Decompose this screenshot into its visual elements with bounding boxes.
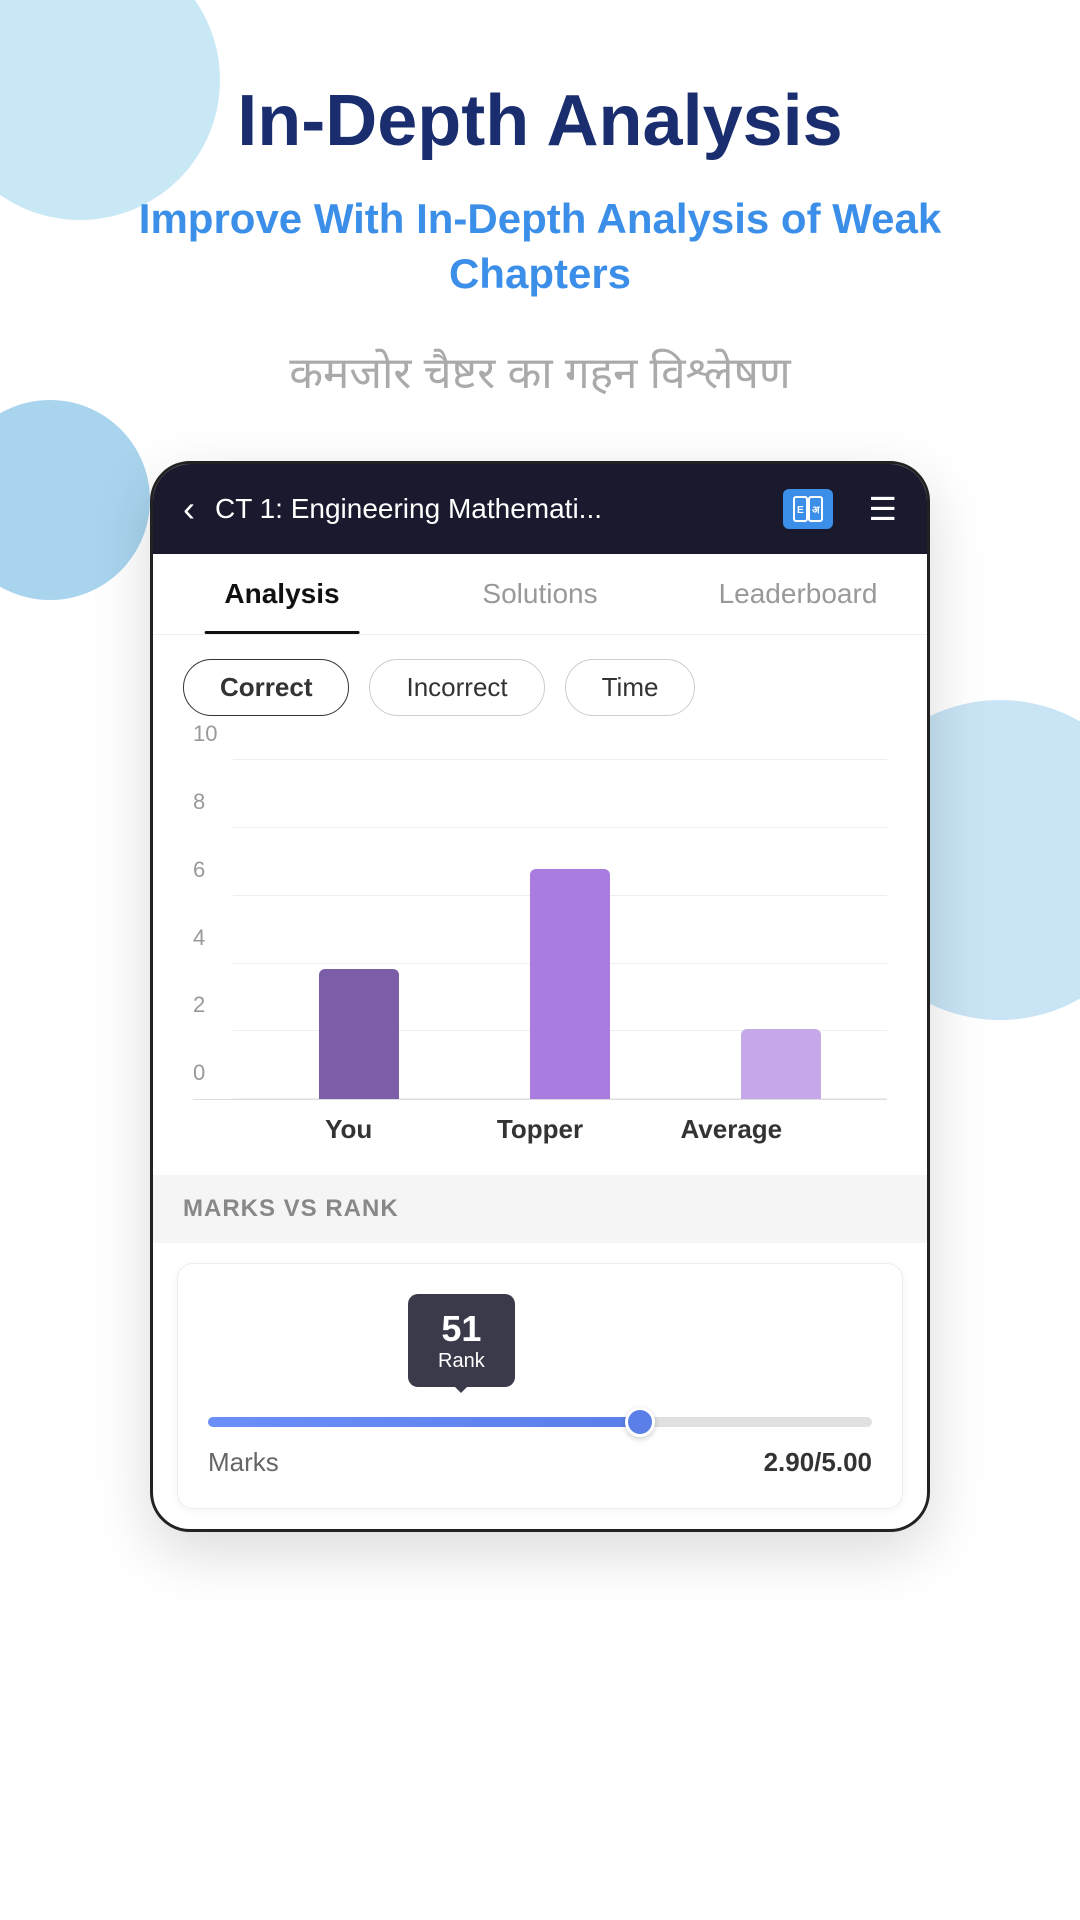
- marks-slider-track[interactable]: [208, 1417, 872, 1427]
- svg-text:अ: अ: [812, 505, 821, 516]
- filter-incorrect[interactable]: Incorrect: [369, 659, 544, 716]
- filter-time[interactable]: Time: [565, 659, 696, 716]
- xlabel-average: Average: [671, 1114, 791, 1145]
- ylabel-2: 2: [193, 992, 205, 1018]
- ylabel-0: 0: [193, 1060, 205, 1086]
- ylabel-4: 4: [193, 925, 205, 951]
- rank-tooltip: 51 Rank: [408, 1294, 515, 1387]
- menu-icon[interactable]: ☰: [868, 490, 897, 528]
- x-labels: You Topper Average: [193, 1100, 887, 1145]
- xlabel-topper: Topper: [480, 1114, 600, 1145]
- bar-group-you: [319, 969, 399, 1099]
- ylabel-6: 6: [193, 857, 205, 883]
- svg-text:E: E: [797, 505, 804, 516]
- main-title: In-Depth Analysis: [237, 80, 842, 162]
- marks-value: 2.90/5.00: [764, 1447, 872, 1478]
- filter-correct[interactable]: Correct: [183, 659, 349, 716]
- tab-analysis[interactable]: Analysis: [153, 554, 411, 634]
- chart-grid: 10 8 6 4 2 0: [193, 760, 887, 1100]
- slider-fill: [208, 1417, 640, 1427]
- bar-group-average: [741, 1029, 821, 1099]
- slider-thumb[interactable]: [625, 1407, 655, 1437]
- marks-row: Marks 2.90/5.00: [208, 1447, 872, 1478]
- marks-vs-rank-title: MARKS VS RANK: [153, 1175, 927, 1243]
- tab-solutions[interactable]: Solutions: [411, 554, 669, 634]
- back-button[interactable]: ‹: [183, 488, 195, 530]
- ylabel-10: 10: [193, 721, 217, 747]
- xlabel-you: You: [289, 1114, 409, 1145]
- bar-group-topper: [530, 869, 610, 1099]
- subtitle: Improve With In-Depth Analysis of Weak C…: [0, 192, 1080, 301]
- app-header: ‹ CT 1: Engineering Mathemati... E अ ☰: [153, 464, 927, 554]
- bars-container: [253, 760, 887, 1099]
- ylabel-8: 8: [193, 789, 205, 815]
- tab-bar: Analysis Solutions Leaderboard: [153, 554, 927, 635]
- rank-value: 51: [441, 1308, 481, 1349]
- hindi-text: कमजोर चैष्टर का गहन विश्लेषण: [289, 341, 790, 401]
- book-icon: E अ: [783, 489, 833, 529]
- phone-mockup: ‹ CT 1: Engineering Mathemati... E अ ☰ A…: [150, 461, 930, 1532]
- filter-row: Correct Incorrect Time: [153, 635, 927, 740]
- rank-sublabel: Rank: [438, 1350, 485, 1373]
- tab-leaderboard[interactable]: Leaderboard: [669, 554, 927, 634]
- marks-label: Marks: [208, 1447, 279, 1478]
- bar-you: [319, 969, 399, 1099]
- marks-rank-card: 51 Rank Marks 2.90/5.00: [177, 1263, 903, 1509]
- chart-area: 10 8 6 4 2 0: [153, 740, 927, 1175]
- bar-average: [741, 1029, 821, 1099]
- bar-topper: [530, 869, 610, 1099]
- header-title: CT 1: Engineering Mathemati...: [215, 493, 763, 525]
